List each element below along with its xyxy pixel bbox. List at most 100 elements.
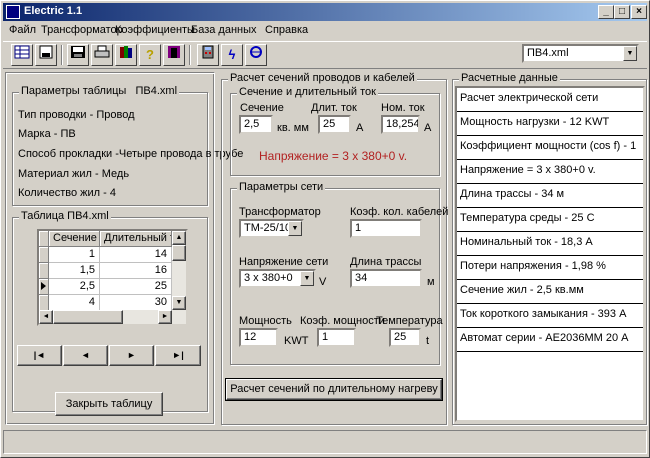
row-indicator[interactable] <box>39 263 49 279</box>
nominal-current-unit: А <box>424 122 432 134</box>
section-current-group: Сечение и длительный ток Сечение 2,5 кв.… <box>230 86 440 176</box>
close-table-button[interactable]: Закрыть таблицу <box>55 392 163 416</box>
vertical-scrollbar[interactable]: ▲ ▼ <box>172 231 186 310</box>
grid-cell-current[interactable]: 25 <box>100 279 172 295</box>
cable-icon[interactable] <box>245 44 267 66</box>
exit-icon[interactable] <box>163 44 185 66</box>
row-indicator[interactable] <box>39 295 49 311</box>
power-factor-input[interactable]: 1 <box>317 328 356 347</box>
power-factor-label: Коэф. мощности <box>300 315 385 327</box>
scroll-down-icon[interactable]: ▼ <box>172 296 186 310</box>
calc-title: Расчет сечений проводов и кабелей <box>228 72 417 84</box>
save-table-icon[interactable] <box>35 44 57 66</box>
toolbar-separator <box>61 45 63 65</box>
status-bar <box>3 430 647 454</box>
table-group: Таблица ПВ4.xml Сечение Длительный ток 1… <box>12 210 208 416</box>
print-icon[interactable] <box>91 44 113 66</box>
core-count: Количество жил - 4 <box>18 187 116 199</box>
grid-cell-section[interactable]: 4 <box>49 295 100 311</box>
result-item: Ток короткого замыкания - 393 А <box>457 304 643 328</box>
scroll-thumb[interactable] <box>172 245 186 261</box>
scroll-left-icon[interactable]: ◄ <box>39 310 53 324</box>
close-button[interactable]: × <box>631 5 647 19</box>
section-current-title: Сечение и длительный ток <box>237 86 378 98</box>
nominal-current-label: Ном. ток <box>381 102 425 114</box>
table-params-file: ПВ4.xml <box>135 85 178 97</box>
results-list[interactable]: Расчет электрической сети Мощность нагру… <box>455 86 645 422</box>
result-item: Потери напряжения - 1,98 % <box>457 256 643 280</box>
grid-header-current[interactable]: Длительный ток <box>100 231 172 247</box>
transformer-select[interactable]: ТМ-25/10-6 ▼ <box>239 219 304 238</box>
calculate-button[interactable]: Расчет сечений по длительному нагреву <box>225 378 443 401</box>
grid-cell-current[interactable]: 14 <box>100 247 172 263</box>
cable-count-coef-label: Коэф. кол. кабелей <box>350 206 449 218</box>
chevron-down-icon[interactable]: ▼ <box>288 221 302 236</box>
current-row-arrow-icon <box>41 282 46 290</box>
row-indicator[interactable] <box>39 247 49 263</box>
minimize-button[interactable]: _ <box>598 5 614 19</box>
route-length-input[interactable]: 34 <box>350 269 422 288</box>
grid-cell-section[interactable]: 1,5 <box>49 263 100 279</box>
menu-coefficients[interactable]: Коэффициенты <box>115 24 195 36</box>
toolbar-separator <box>189 45 191 65</box>
next-record-button[interactable]: ► <box>109 345 154 366</box>
first-record-button[interactable]: |◄ <box>17 345 62 366</box>
hscroll-thumb[interactable] <box>53 310 123 324</box>
cable-count-coef-input[interactable]: 1 <box>350 219 422 238</box>
current-row-indicator[interactable] <box>39 279 49 295</box>
bolt-icon[interactable]: ϟ <box>221 44 243 66</box>
last-record-button[interactable]: ►| <box>155 345 201 366</box>
horizontal-scrollbar[interactable]: ◄ ► <box>39 310 186 324</box>
result-item: Сечение жил - 2,5 кв.мм <box>457 280 643 304</box>
temperature-unit: t <box>426 335 430 347</box>
table-icon[interactable] <box>11 44 33 66</box>
menu-transformer[interactable]: Трансформатор <box>41 24 123 36</box>
chevron-down-icon[interactable]: ▼ <box>300 271 314 286</box>
data-grid[interactable]: Сечение Длительный ток 1 14 1,5 16 2,5 2… <box>37 229 188 326</box>
maximize-button[interactable]: □ <box>614 5 630 19</box>
continuous-current-label: Длит. ток <box>311 102 357 114</box>
scroll-right-icon[interactable]: ► <box>158 310 172 324</box>
menu-bar: Файл Трансформатор Коэффициенты База дан… <box>3 22 647 41</box>
grid-cell-section[interactable]: 2,5 <box>49 279 100 295</box>
menu-help[interactable]: Справка <box>265 24 308 36</box>
results-group: Расчетные данные Расчет электрической се… <box>452 72 647 425</box>
nominal-current-input[interactable]: 18,254 <box>381 115 420 134</box>
route-length-label: Длина трассы <box>350 256 422 268</box>
grid-cell-current[interactable]: 30 <box>100 295 172 311</box>
grid-cell-section[interactable]: 1 <box>49 247 100 263</box>
laying-method: Способ прокладки -Четыре провода в трубе <box>18 148 244 160</box>
cross-section-input[interactable]: 2,5 <box>239 115 273 134</box>
result-item: Напряжение = 3 х 380+0 v. <box>457 160 643 184</box>
continuous-current-input[interactable]: 25 <box>318 115 351 134</box>
cross-section-label: Сечение <box>240 102 284 114</box>
result-item: Длина трассы - 34 м <box>457 184 643 208</box>
calculator-icon[interactable] <box>197 44 219 66</box>
grid-cell-current[interactable]: 16 <box>100 263 172 279</box>
books-icon[interactable] <box>115 44 137 66</box>
app-icon[interactable] <box>6 5 20 19</box>
temperature-input[interactable]: 25 <box>389 328 421 347</box>
power-input[interactable]: 12 <box>239 328 278 347</box>
result-item: Мощность нагрузки - 12 KWT <box>457 112 643 136</box>
scroll-up-icon[interactable]: ▲ <box>172 231 186 245</box>
save-icon[interactable] <box>67 44 89 66</box>
toolbar: ? ϟ ПВ4.xml ▼ <box>3 41 647 69</box>
voltage-readout: Напряжение = 3 х 380+0 v. <box>259 149 408 163</box>
temperature-label: Температура <box>376 315 443 327</box>
help-icon[interactable]: ? <box>139 44 161 66</box>
file-select[interactable]: ПВ4.xml ▼ <box>522 44 639 63</box>
network-voltage-select[interactable]: 3 х 380+0 ▼ <box>239 269 316 288</box>
chevron-down-icon[interactable]: ▼ <box>623 46 637 61</box>
prev-record-button[interactable]: ◄ <box>63 345 108 366</box>
grid-header-section[interactable]: Сечение <box>49 231 100 247</box>
route-length-unit: м <box>427 276 435 288</box>
menu-database[interactable]: База данных <box>191 24 257 36</box>
title-bar[interactable]: Electric 1.1 _ □ × <box>3 3 647 21</box>
cross-section-unit: кв. мм <box>277 122 309 134</box>
menu-file[interactable]: Файл <box>9 24 36 36</box>
app-window: Electric 1.1 _ □ × Файл Трансформатор Ко… <box>0 0 650 458</box>
grid-corner <box>39 231 49 247</box>
table-params-group: Параметры таблицы ПВ4.xml Тип проводки -… <box>12 85 243 206</box>
core-material: Материал жил - Медь <box>18 168 130 180</box>
